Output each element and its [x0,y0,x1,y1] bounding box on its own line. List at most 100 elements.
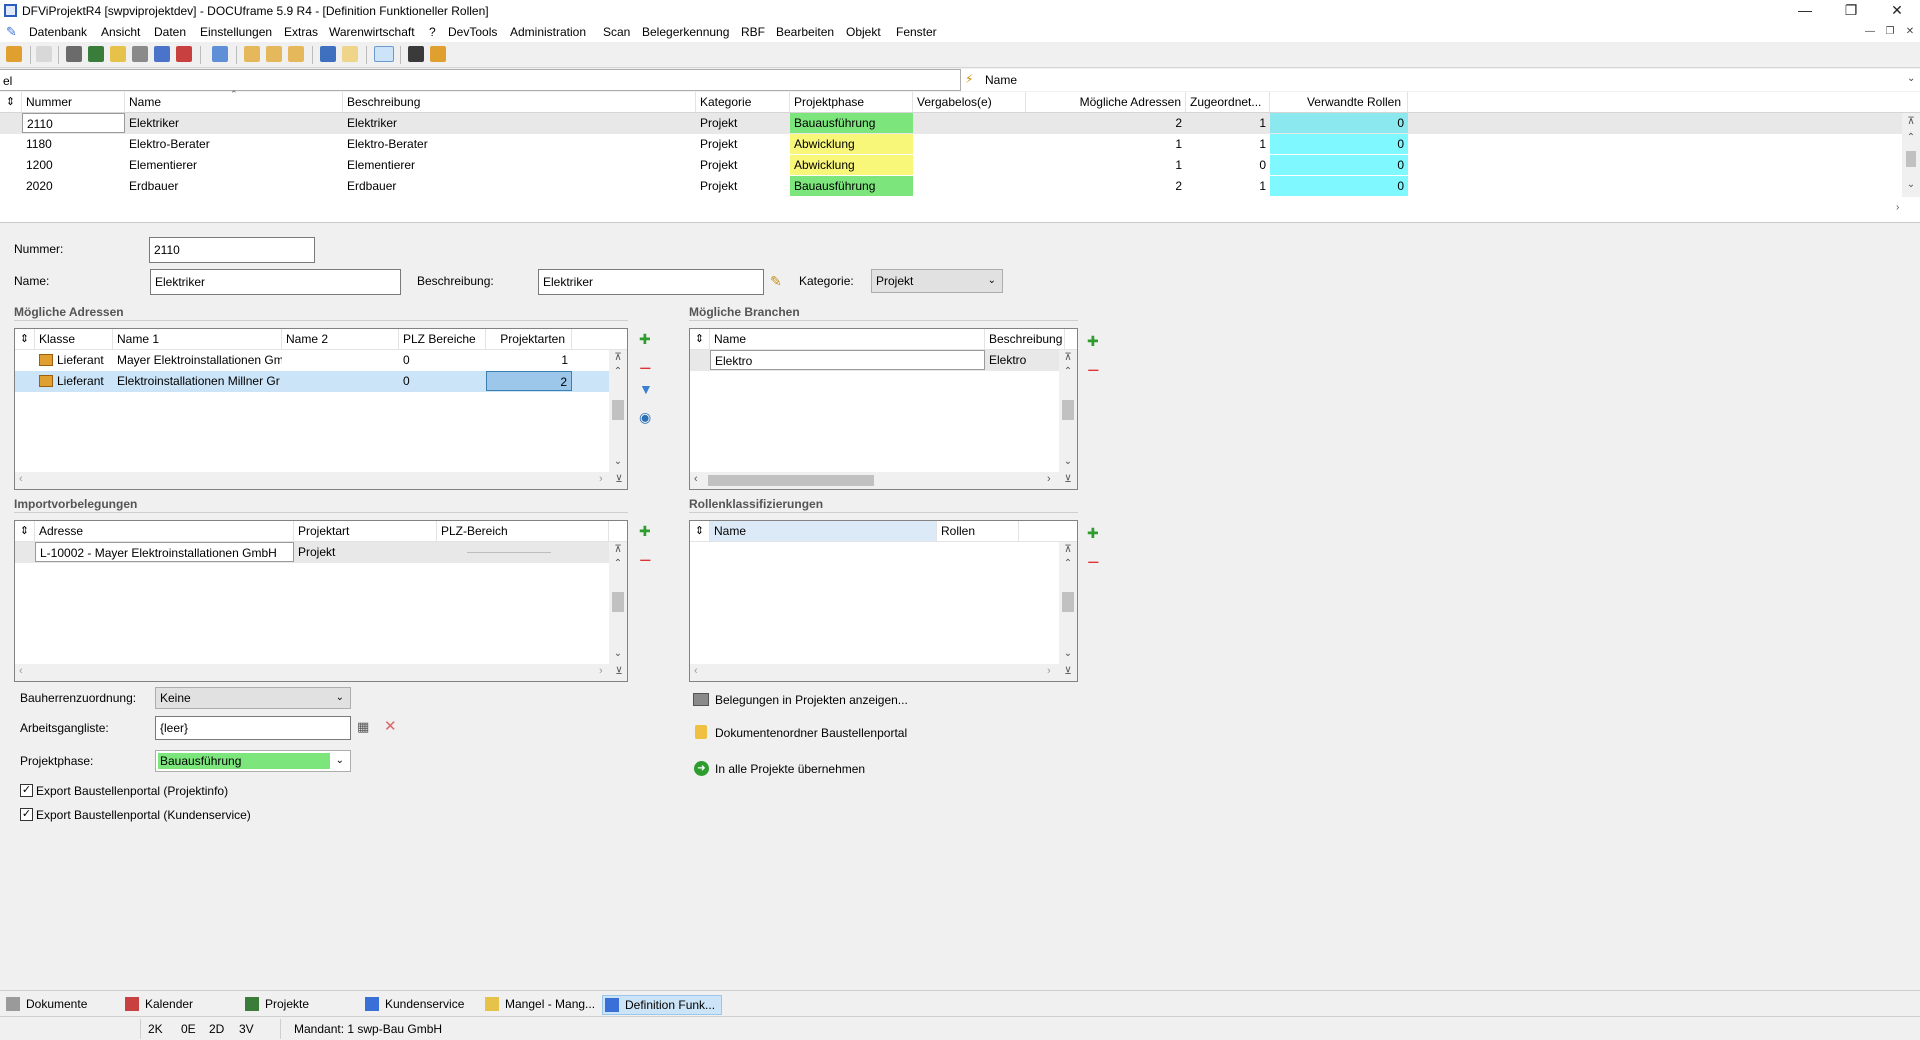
add-address-icon[interactable]: ✚ [639,331,655,347]
col-moegliche-adressen[interactable]: Mögliche Adressen [1026,92,1186,112]
list-item[interactable]: Lieferant Mayer Elektroinstallationen Gm 0… [15,350,611,371]
mdi-restore-button[interactable]: ❐ [1882,26,1898,40]
list-item[interactable]: L-10002 - Mayer Elektroinstallationen Gm… [15,542,609,563]
scroll-up-icon[interactable]: ⌃ [611,558,625,569]
col-projektphase[interactable]: Projektphase [790,92,913,112]
scroll-up-icon[interactable]: ⌃ [1061,366,1075,377]
search-icon[interactable] [320,46,336,62]
klassifizierung-vscrollbar[interactable]: ⊼ ⌃ ⌄ [1059,542,1077,664]
open-icon[interactable] [6,46,22,62]
cell-beschreibung[interactable]: Elementierer [343,155,696,175]
cell-plz[interactable]: 0 [399,350,486,370]
cell-name[interactable]: Erdbauer [125,176,343,196]
sort-toggle-icon[interactable]: ⇕ [690,329,710,349]
col-projektart[interactable]: Projektart [294,521,437,541]
cell-kategorie[interactable]: Projekt [696,134,790,154]
cell-projektart[interactable]: Projekt [294,542,437,562]
add-branche-icon[interactable]: ✚ [1087,333,1103,349]
cell-klasse[interactable]: Lieferant [35,371,113,391]
tools-icon[interactable] [408,46,424,62]
remove-branche-icon[interactable]: ⚊ [1087,358,1103,374]
mdi-minimize-button[interactable]: — [1862,26,1878,40]
chevron-down-icon[interactable]: ⌄ [1907,73,1915,84]
name-input[interactable]: Elektriker [150,269,401,295]
mdi-close-button[interactable]: ✕ [1902,26,1918,40]
sort-toggle-icon[interactable]: ⇕ [690,521,710,541]
import-hscrollbar[interactable]: ‹ › ⊻ [15,664,627,681]
scroll-bottom-icon[interactable]: ⊻ [612,666,626,677]
list-icon[interactable] [88,46,104,62]
menu-belegerkennung[interactable]: Belegerkennung [642,25,729,39]
minimize-button[interactable]: — [1782,0,1828,22]
cell-adressen[interactable]: 1 [1026,134,1186,154]
adressen-vscrollbar[interactable]: ⊼ ⌃ ⌄ [609,350,627,472]
cell-nummer[interactable]: 2110 [22,113,125,133]
cell-verwandt[interactable]: 0 [1270,155,1408,175]
col-plz-bereich[interactable]: PLZ-Bereich [437,521,609,541]
scroll-left-icon[interactable]: ‹ [19,473,23,485]
cell-projektarten[interactable]: 1 [486,350,572,370]
cell-adressen[interactable]: 2 [1026,176,1186,196]
filter-globe-icon[interactable]: ◉ [639,409,655,425]
cell-vergabe[interactable] [913,155,1026,175]
col-adresse[interactable]: Adresse [35,521,294,541]
restore-button[interactable]: ❐ [1828,0,1874,22]
cell-phase[interactable]: Bauausführung [790,113,913,133]
scroll-bottom-icon[interactable]: ⊻ [612,474,626,485]
cell-name1[interactable]: Elektroinstallationen Millner Gr [113,371,282,391]
scroll-down-icon[interactable]: ⌄ [1061,648,1075,659]
cell-vergabe[interactable] [913,113,1026,133]
remove-klassifizierung-icon[interactable]: ⚊ [1087,550,1103,566]
note-icon[interactable] [110,46,126,62]
scroll-down-icon[interactable]: ⌄ [1904,179,1918,190]
branchen-vscrollbar[interactable]: ⊼ ⌃ ⌄ [1059,350,1077,472]
scroll-down-icon[interactable]: ⌄ [611,648,625,659]
dokumentenordner-link[interactable]: Dokumentenordner Baustellenportal [715,726,907,740]
beschreibung-input[interactable]: Elektriker [538,269,764,295]
task-kundenservice[interactable]: Kundenservice [363,995,464,1015]
table-row[interactable]: 2110 Elektriker Elektriker Projekt Bauausfüh… [0,113,1902,134]
table-row[interactable]: 2020 Erdbauer Erdbauer Projekt Bauausführung… [0,176,1902,197]
view-icon[interactable] [374,46,394,62]
scroll-thumb[interactable] [1906,151,1916,167]
cell-phase[interactable]: Abwicklung [790,155,913,175]
col-nummer[interactable]: Nummer [22,92,125,112]
hscroll-right-icon[interactable]: › [1896,202,1899,213]
task-kalender[interactable]: Kalender [123,995,193,1015]
cell-adressen[interactable]: 1 [1026,155,1186,175]
scroll-top-icon[interactable]: ⊼ [611,544,625,555]
col-verwandte-rollen[interactable]: Verwandte Rollen [1270,92,1408,112]
scroll-left-icon[interactable]: ‹ [694,473,698,485]
scroll-bottom-icon[interactable]: ⊻ [1061,474,1075,485]
scroll-left-icon[interactable]: ‹ [19,665,23,677]
klassifizierung-hscrollbar[interactable]: ‹ › ⊻ [690,664,1077,681]
table-row[interactable]: 1180 Elektro-Berater Elektro-Berater Projek… [0,134,1902,155]
menu-rbf[interactable]: RBF [741,25,765,39]
menu-extras[interactable]: Extras [284,25,318,39]
cell-name2[interactable] [282,371,399,391]
cell-beschreibung[interactable]: Elektro-Berater [343,134,696,154]
projektphase-select[interactable]: Bauausführung ⌄ [155,750,351,772]
cell-nummer[interactable]: 1200 [22,155,125,175]
clear-icon[interactable]: ✕ [384,717,397,735]
cell-projektarten[interactable]: 2 [486,371,572,391]
menu-warenwirtschaft[interactable]: Warenwirtschaft [329,25,415,39]
scroll-top-icon[interactable]: ⊼ [1061,352,1075,363]
sort-toggle-icon[interactable]: ⇕ [15,521,35,541]
cell-verwandt[interactable]: 0 [1270,134,1408,154]
cell-vergabe[interactable] [913,176,1026,196]
card-icon[interactable] [66,46,82,62]
cell-name[interactable]: Elektriker [125,113,343,133]
col-name1[interactable]: Name 1 [113,329,282,349]
menu-bearbeiten[interactable]: Bearbeiten [776,25,834,39]
menu-daten[interactable]: Daten [154,25,186,39]
list-item[interactable]: Elektro Elektro [690,350,1060,371]
menu-devtools[interactable]: DevTools [448,25,497,39]
import-vscrollbar[interactable]: ⊼ ⌃ ⌄ [609,542,627,664]
search-folder-icon[interactable] [342,46,358,62]
col-branche-name[interactable]: Name [710,329,985,349]
folder-icon[interactable] [266,46,282,62]
scroll-bottom-icon[interactable]: ⊻ [1061,666,1075,677]
attachment-icon[interactable] [132,46,148,62]
cell-kategorie[interactable]: Projekt [696,113,790,133]
